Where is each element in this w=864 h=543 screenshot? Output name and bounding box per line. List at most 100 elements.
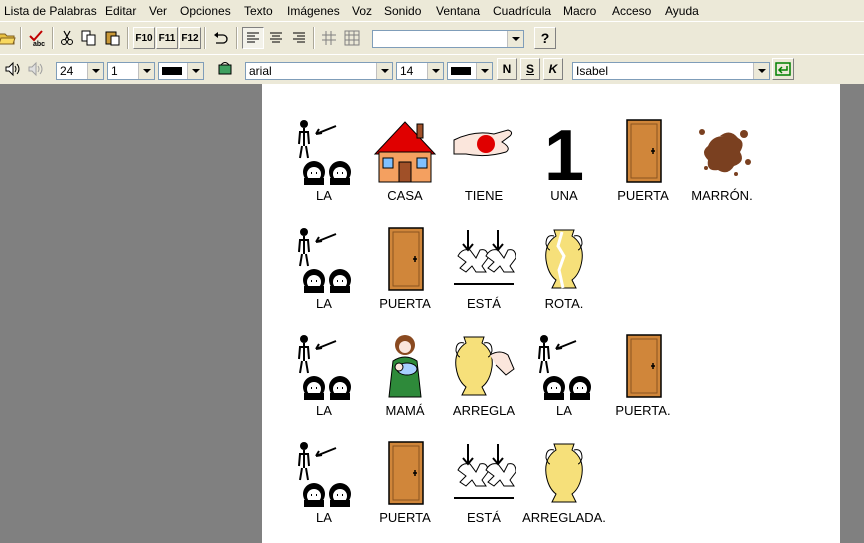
symbol-cell[interactable]: PUERTA. — [603, 333, 683, 433]
style-select[interactable] — [372, 30, 524, 48]
align-left-button[interactable] — [242, 27, 264, 49]
menu-opciones[interactable]: Opciones — [180, 4, 231, 18]
symbol-cell[interactable]: ROTA. — [524, 226, 604, 326]
door-icon — [388, 227, 424, 291]
enter-button[interactable] — [772, 58, 794, 80]
people-pointer-icon — [298, 441, 352, 508]
grid-border-button[interactable] — [341, 27, 363, 49]
font-size-select[interactable]: 14 — [396, 62, 444, 80]
symbol-cell[interactable]: ARREGLA — [444, 333, 524, 433]
symbol-cell[interactable]: LA — [284, 226, 364, 326]
align-right-button[interactable] — [288, 27, 310, 49]
people-pointer-icon — [538, 334, 592, 401]
symbol-cell[interactable]: MAMÁ — [365, 333, 445, 433]
speaker-icon — [5, 61, 20, 77]
grid-button[interactable] — [318, 27, 340, 49]
symbol-cell[interactable]: 1 UNA — [524, 118, 604, 218]
symbol-cell[interactable]: PUERTA — [365, 440, 445, 540]
format-toolbar: 24 1 arial 14 N S K Isabel — [0, 54, 864, 85]
menu-texto[interactable]: Texto — [244, 4, 273, 18]
menu-ventana[interactable]: Ventana — [436, 4, 480, 18]
symbol-cell[interactable]: LA — [284, 118, 364, 218]
open-folder-button[interactable] — [0, 27, 18, 49]
italic-button[interactable]: K — [543, 58, 563, 80]
f10-button[interactable]: F10 — [133, 27, 155, 49]
menu-cuadricula[interactable]: Cuadrícula — [493, 4, 551, 18]
hands-down-icon — [453, 443, 516, 499]
spellcheck-button[interactable]: abc — [25, 27, 49, 49]
color-swatch — [162, 67, 182, 75]
chevron-down-icon[interactable] — [507, 31, 523, 47]
speak-button[interactable] — [2, 58, 24, 80]
fill-bucket-icon — [218, 62, 232, 75]
symbol-cell[interactable]: TIENE — [444, 118, 524, 218]
vase-icon — [545, 443, 583, 503]
enter-arrow-icon — [775, 62, 791, 76]
menu-acceso[interactable]: Acceso — [612, 4, 651, 18]
people-pointer-icon — [298, 119, 352, 186]
broken-vase-icon — [545, 229, 583, 289]
f11-button[interactable]: F11 — [156, 27, 178, 49]
symbol-cell[interactable]: ARREGLADA. — [522, 440, 606, 540]
folder-icon — [0, 33, 16, 45]
bold-button[interactable]: N — [497, 58, 517, 80]
symbol-cell[interactable]: MARRÓN. — [682, 118, 762, 218]
svg-text:abc: abc — [33, 41, 45, 47]
symbol-cell[interactable]: PUERTA — [365, 226, 445, 326]
paste-button[interactable] — [102, 27, 124, 49]
grid-border-icon — [344, 30, 360, 46]
symbol-cell[interactable]: CASA — [365, 118, 445, 218]
menu-lista-de-palabras[interactable]: Lista de Palabras — [4, 4, 97, 18]
menu-bar: Lista de Palabras Editar Ver Opciones Te… — [0, 0, 864, 21]
align-center-icon — [270, 32, 282, 43]
f12-button[interactable]: F12 — [179, 27, 201, 49]
cut-button[interactable] — [57, 27, 77, 49]
size-select[interactable]: 24 — [56, 62, 104, 80]
speaker-muted-icon — [28, 61, 43, 77]
undo-button[interactable] — [209, 27, 233, 49]
scissors-icon — [61, 30, 73, 45]
chevron-down-icon[interactable] — [376, 63, 392, 79]
menu-ayuda[interactable]: Ayuda — [665, 4, 699, 18]
menu-ver[interactable]: Ver — [149, 4, 167, 18]
main-toolbar: abc F10 F11 F12 ? — [0, 21, 864, 54]
menu-imagenes[interactable]: Imágenes — [287, 4, 340, 18]
brown-stain-icon — [699, 129, 751, 176]
fill-button[interactable] — [214, 58, 236, 80]
door-icon — [388, 441, 424, 505]
symbol-cell[interactable]: ESTÁ — [444, 440, 524, 540]
document-page[interactable]: LA CASA TIENE 1 UNA PUERTA MARRÓN. LA PU… — [262, 84, 840, 543]
copy-button[interactable] — [79, 27, 99, 49]
undo-icon — [214, 32, 228, 44]
symbol-cell[interactable]: LA — [284, 440, 364, 540]
line-color-select[interactable] — [158, 62, 204, 80]
font-select[interactable]: arial — [245, 62, 393, 80]
text-color-select[interactable] — [447, 62, 493, 80]
mother-baby-icon — [388, 334, 422, 398]
copy-icon — [81, 30, 96, 46]
svg-text:1: 1 — [544, 118, 584, 186]
chevron-down-icon[interactable] — [427, 63, 443, 79]
menu-editar[interactable]: Editar — [105, 4, 136, 18]
voice-select[interactable]: Isabel — [572, 62, 770, 80]
spellcheck-icon: abc — [29, 30, 45, 47]
underline-button[interactable]: S — [520, 58, 540, 80]
chevron-down-icon[interactable] — [138, 63, 154, 79]
chevron-down-icon[interactable] — [753, 63, 769, 79]
help-button[interactable]: ? — [534, 27, 556, 49]
align-center-button[interactable] — [265, 27, 287, 49]
speak-all-button[interactable] — [25, 58, 47, 80]
chevron-down-icon[interactable] — [187, 63, 203, 79]
hands-down-icon — [453, 229, 516, 285]
chevron-down-icon[interactable] — [87, 63, 103, 79]
symbol-cell[interactable]: LA — [284, 333, 364, 433]
menu-macro[interactable]: Macro — [563, 4, 596, 18]
chevron-down-icon[interactable] — [476, 63, 492, 79]
line-width-select[interactable]: 1 — [107, 62, 155, 80]
menu-voz[interactable]: Voz — [352, 4, 372, 18]
symbol-cell[interactable]: ESTÁ — [444, 226, 524, 326]
symbol-cell[interactable]: PUERTA — [603, 118, 683, 218]
symbol-cell[interactable]: LA — [524, 333, 604, 433]
menu-sonido[interactable]: Sonido — [384, 4, 421, 18]
door-icon — [626, 119, 662, 183]
